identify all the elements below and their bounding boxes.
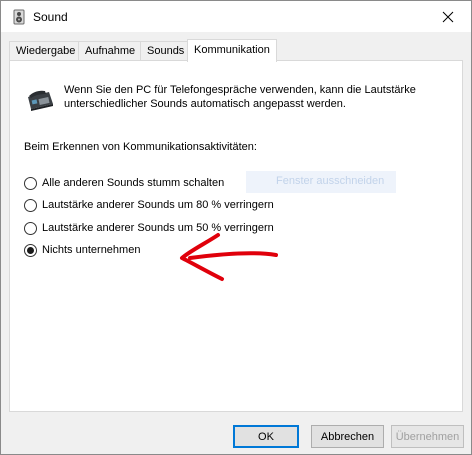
tab-aufnahme[interactable]: Aufnahme (78, 41, 143, 61)
radio-selected-dot (27, 246, 34, 254)
tab-wiedergabe[interactable]: Wiedergabe (9, 41, 83, 61)
red-arrow-annotation (180, 233, 278, 281)
tab-sounds[interactable]: Sounds (140, 41, 192, 61)
radio-mute-all[interactable]: Alle anderen Sounds stumm schalten (24, 175, 224, 191)
section-label: Beim Erkennen von Kommunikationsaktivitä… (24, 141, 257, 153)
sound-dialog: Sound Wiedergabe Aufnahme Sounds Kommuni… (0, 0, 472, 455)
title-bar: Sound (1, 1, 471, 32)
telephone-icon (25, 84, 55, 114)
radio-circle (24, 198, 37, 212)
kommunikation-panel: Wenn Sie den PC für Telefongespräche ver… (9, 60, 463, 412)
intro-text: Wenn Sie den PC für Telefongespräche ver… (64, 84, 416, 110)
close-icon (442, 11, 454, 22)
radio-reduce-80[interactable]: Lautstärke anderer Sounds um 80 % verrin… (24, 197, 274, 213)
radio-circle (24, 221, 37, 235)
radio-label: Nichts unternehmen (42, 244, 141, 256)
ghost-overlay-text: Fenster ausschneiden (246, 171, 396, 193)
radio-circle (24, 243, 37, 257)
speaker-icon (11, 9, 27, 25)
apply-button[interactable]: Übernehmen (391, 425, 464, 448)
window-title: Sound (33, 10, 68, 24)
radio-label: Alle anderen Sounds stumm schalten (42, 177, 225, 189)
ok-button[interactable]: OK (233, 425, 299, 448)
close-button[interactable] (425, 1, 471, 32)
radio-label: Lautstärke anderer Sounds um 80 % verrin… (42, 199, 274, 211)
tab-kommunikation[interactable]: Kommunikation (187, 39, 277, 62)
radio-circle (24, 176, 37, 190)
radio-do-nothing[interactable]: Nichts unternehmen (24, 242, 140, 258)
cancel-button[interactable]: Abbrechen (311, 425, 384, 448)
